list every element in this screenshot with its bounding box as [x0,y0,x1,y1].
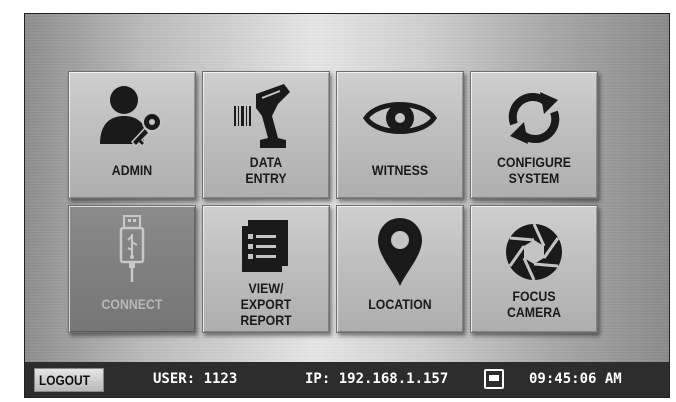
map-pin-icon [337,214,463,290]
data-entry-label: DATA ENTRY [245,154,287,186]
barcode-scanner-icon [203,80,329,156]
location-button[interactable]: LOCATION [336,205,464,333]
camera-aperture-icon [471,214,597,290]
ethernet-port-icon [484,369,504,389]
admin-label: ADMIN [111,162,153,178]
admin-user-key-icon [69,80,195,156]
clock-time: 09:45:06 AM [529,371,622,387]
device-screen: ADMIN DATA ENTRY WITNESS CONFIGURE SYSTE… [24,13,670,398]
status-bar: LOGOUT USER: 1123 IP: 192.168.1.157 09:4… [25,362,669,397]
data-entry-button[interactable]: DATA ENTRY [202,71,330,199]
logout-label: LOGOUT [39,372,90,388]
witness-label: WITNESS [371,162,429,178]
view-export-report-label: VIEW/ EXPORT REPORT [240,280,292,328]
admin-button[interactable]: ADMIN [68,71,196,199]
report-list-icon [203,214,329,290]
focus-camera-label: FOCUS CAMERA [506,288,562,320]
configure-system-label: CONFIGURE SYSTEM [497,154,571,186]
configure-system-button[interactable]: CONFIGURE SYSTEM [470,71,598,199]
witness-button[interactable]: WITNESS [336,71,464,199]
view-export-report-button[interactable]: VIEW/ EXPORT REPORT [202,205,330,333]
connect-label: CONNECT [101,296,163,312]
ip-address: IP: 192.168.1.157 [305,371,449,387]
focus-camera-button[interactable]: FOCUS CAMERA [470,205,598,333]
location-label: LOCATION [368,296,432,312]
eye-icon [337,80,463,156]
usb-drive-icon [69,214,195,290]
sync-arrows-icon [471,80,597,156]
connect-button[interactable]: CONNECT [68,205,196,333]
user-id: USER: 1123 [153,371,238,387]
logout-button[interactable]: LOGOUT [34,368,104,392]
